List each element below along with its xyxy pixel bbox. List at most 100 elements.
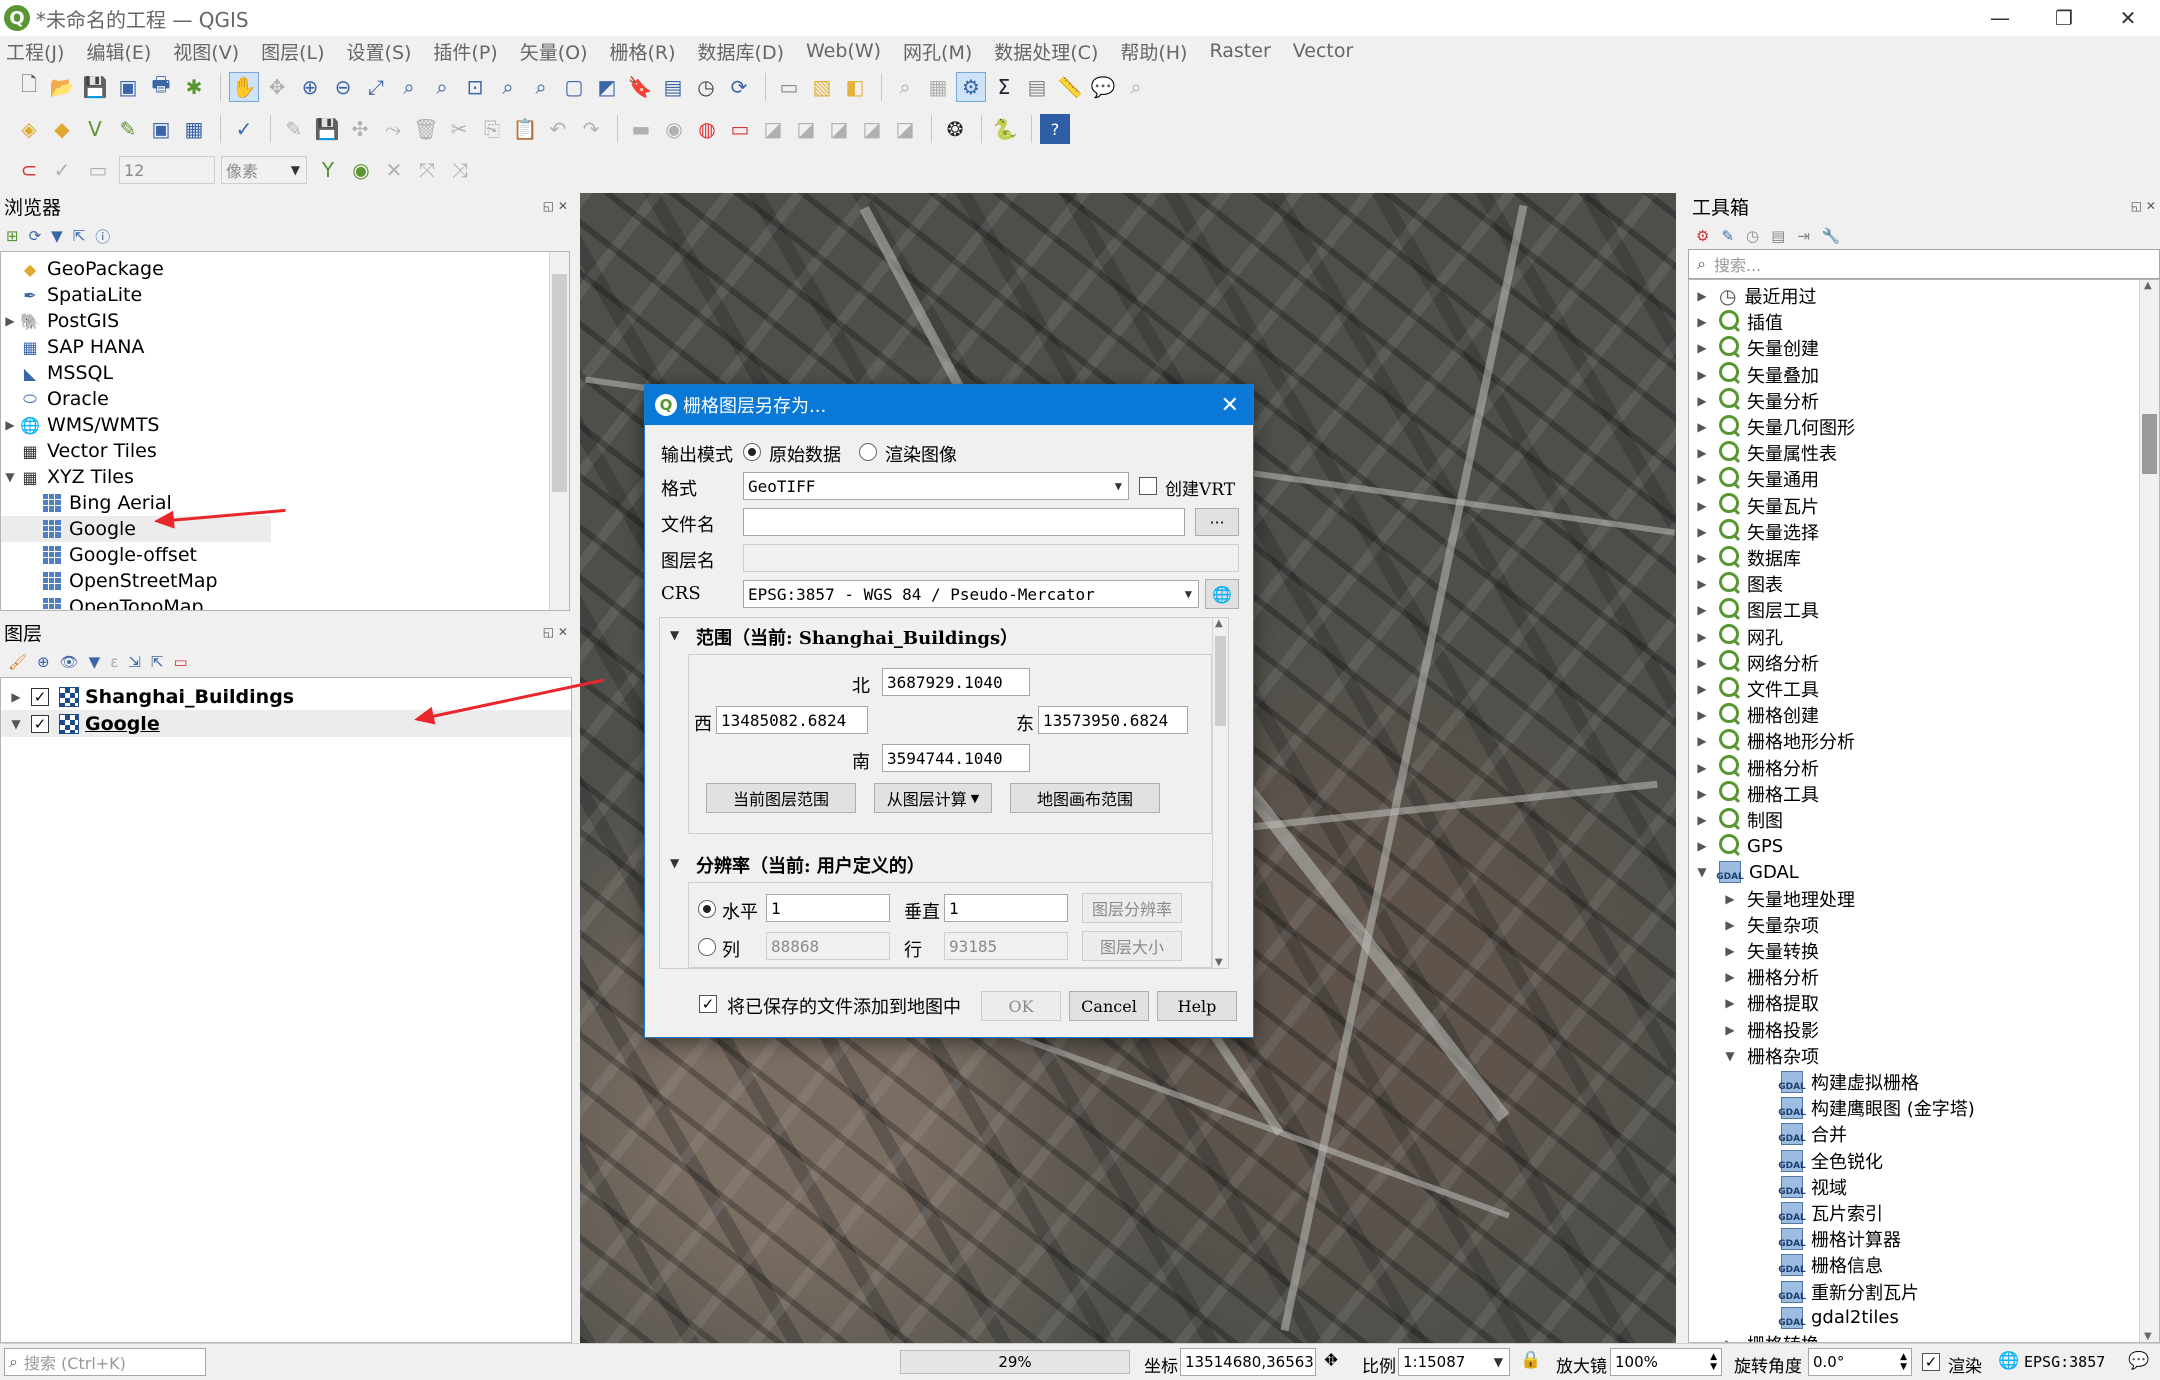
toolbox-group[interactable]: ▶ 矢量几何图形 [1689,414,1855,440]
label-toolbar-icon[interactable]: ▭ [725,114,755,144]
toolbox-tool[interactable]: GDAL 构建鹰眼图 (金字塔) [1689,1095,1975,1121]
history-icon[interactable]: ◷ [1746,227,1759,245]
menu-item[interactable]: 工程(J) [6,38,64,65]
toolbox-group[interactable]: ▼ 栅格杂项 [1689,1043,1819,1069]
ok-button[interactable]: OK [981,991,1061,1021]
chevron-right-icon[interactable]: ▶ [1693,577,1711,591]
toolbox-group[interactable]: ▶ 数据库 [1689,545,1801,571]
measure-icon[interactable]: ⌕ [890,72,920,102]
plugin-icon[interactable]: ❂ [940,114,970,144]
label-change-icon[interactable]: ◪ [824,114,854,144]
toolbox-group[interactable]: ▶ 矢量转换 [1689,938,1819,964]
mode-rendered-radio[interactable] [859,443,877,461]
menu-item[interactable]: 帮助(H) [1120,38,1187,65]
locator-search-input[interactable]: ⌕ 搜索 (Ctrl+K) [4,1348,206,1376]
chevron-right-icon[interactable]: ▶ [1693,761,1711,775]
browser-item[interactable]: ▦ SAP HANA [1,334,549,360]
refresh-icon[interactable]: ⟳ [724,72,754,102]
south-input[interactable]: 3594744.1040 [882,744,1030,772]
browser-item[interactable]: ◆ GeoPackage [1,256,549,282]
chevron-right-icon[interactable]: ▶ [1693,603,1711,617]
messages-icon[interactable]: 💬 [2128,1351,2149,1371]
label-show-icon[interactable]: ◪ [857,114,887,144]
self-snap-icon[interactable]: ✕ [379,155,409,185]
add-to-map-checkbox[interactable]: ✓ [699,995,717,1013]
chevron-right-icon[interactable]: ▶ [1693,420,1711,434]
add-vector-layer-icon[interactable]: V [80,114,110,144]
select-icon[interactable]: ▧ [807,72,837,102]
menu-item[interactable]: 栅格(R) [610,38,676,65]
columns-input[interactable]: 88868 [766,932,890,960]
manage-themes-icon[interactable]: 👁 [60,653,79,671]
chevron-right-icon[interactable]: ▶ [1693,708,1711,722]
chevron-right-icon[interactable]: ▶ [1693,394,1711,408]
collapse-all-icon[interactable]: ⇱ [151,653,164,671]
spin-arrows-icon[interactable]: ▲ ▼ [1710,1352,1717,1372]
spin-arrows-icon[interactable]: ▲ ▼ [1900,1352,1907,1372]
snapping-type-icon[interactable]: ▭ [80,155,116,185]
crs-select[interactable]: EPSG:3857 - WGS 84 / Pseudo-Mercator ▼ [743,580,1199,608]
vertex-tool-icon[interactable]: ⤳ [378,114,408,144]
browser-item[interactable]: Google [1,516,549,542]
menu-item[interactable]: Raster [1209,40,1270,62]
paste-icon[interactable]: 📋 [510,114,540,144]
coordinate-input[interactable]: 13514680,3656354 [1180,1348,1316,1376]
options-scrollbar[interactable]: ▲ ▼ [1212,618,1228,968]
toggle-extents-icon[interactable]: ⛖ [1324,1350,1338,1371]
crs-globe-icon[interactable]: 🌐 [1998,1351,2019,1371]
toggle-editing-icon[interactable]: ✎ [279,114,309,144]
chevron-right-icon[interactable]: ▶ [1693,682,1711,696]
toolbox-search-input[interactable]: ⌕ 搜索... [1688,249,2160,279]
browser-item[interactable]: ✒ SpatiaLite [1,282,549,308]
zoom-out-icon[interactable]: ⊖ [328,72,358,102]
bookmark-new-icon[interactable]: 🔖 [625,72,655,102]
toolbox-group[interactable]: ▶ 网孔 [1689,624,1783,650]
chevron-right-icon[interactable]: ▶ [1693,787,1711,801]
browser-item[interactable]: ⬭ Oracle [1,386,549,412]
chevron-right-icon[interactable]: ▶ [1721,944,1739,958]
processing-toolbox-icon[interactable]: ⚙ [956,72,986,102]
chevron-right-icon[interactable]: ▶ [1721,1023,1739,1037]
collapse-all-icon[interactable]: ⇱ [73,227,86,245]
menu-item[interactable]: 数据处理(C) [994,38,1098,65]
chevron-right-icon[interactable]: ▶ [1693,289,1711,303]
collapse-extent-icon[interactable]: ▼ [670,628,679,642]
snapping-mode-icon[interactable]: ✓ [47,155,77,185]
dialog-close-icon[interactable]: ✕ [1221,393,1239,418]
chevron-right-icon[interactable]: ▶ [1721,970,1739,984]
toolbox-tool[interactable]: GDAL 栅格信息 [1689,1252,1883,1278]
rows-input[interactable]: 93185 [944,932,1068,960]
chevron-right-icon[interactable]: ▶ [1693,472,1711,486]
pan-to-selection-icon[interactable]: ✥ [262,72,292,102]
label-hide-icon[interactable]: ◪ [890,114,920,144]
west-input[interactable]: 13485082.6824 [716,706,868,734]
snapping-units-select[interactable]: 像素 ▼ [221,156,307,184]
toolbox-group[interactable]: ▶ 矢量瓦片 [1689,493,1819,519]
python-console-icon[interactable]: 🐍 [990,114,1020,144]
current-layer-extent-button[interactable]: 当前图层范围 [706,783,856,813]
browser-item[interactable]: Google-offset [1,542,549,568]
chevron-right-icon[interactable]: ▶ [1693,630,1711,644]
toolbox-group[interactable]: ▶ ◷ 最近用过 [1689,283,1816,309]
cancel-button[interactable]: Cancel [1069,991,1149,1021]
create-vrt-checkbox[interactable] [1139,477,1157,495]
render-checkbox[interactable]: ✓ [1922,1353,1940,1371]
toolbox-tool[interactable]: GDAL 合并 [1689,1121,1847,1147]
restore-button[interactable]: ❐ [2032,0,2096,36]
digitize-icon[interactable]: ✎ [113,114,143,144]
toolbox-group[interactable]: ▶栅格转换 [1689,1331,1819,1342]
toolbox-group[interactable]: ▶ 插值 [1689,309,1783,335]
layer-visibility-checkbox[interactable]: ✓ [31,687,49,706]
browser-item[interactable]: ▶ 🐘 PostGIS [1,308,549,334]
toolbox-tool[interactable]: GDAL 构建虚拟栅格 [1689,1069,1919,1095]
chevron-right-icon[interactable]: ▶ [1721,892,1739,906]
chevron-right-icon[interactable]: ▶ [1,314,19,328]
chevron-right-icon[interactable]: ▶ [1693,551,1711,565]
menu-item[interactable]: 图层(L) [261,38,324,65]
new-map-view-icon[interactable]: ▢ [559,72,589,102]
save-as-icon[interactable]: ▣ [113,72,143,102]
zoom-in-icon[interactable]: ⊕ [295,72,325,102]
attribute-table-icon[interactable]: ▤ [1022,72,1052,102]
identify-icon[interactable]: ▭ [774,72,804,102]
lock-scale-icon[interactable]: 🔒 [1520,1350,1541,1370]
